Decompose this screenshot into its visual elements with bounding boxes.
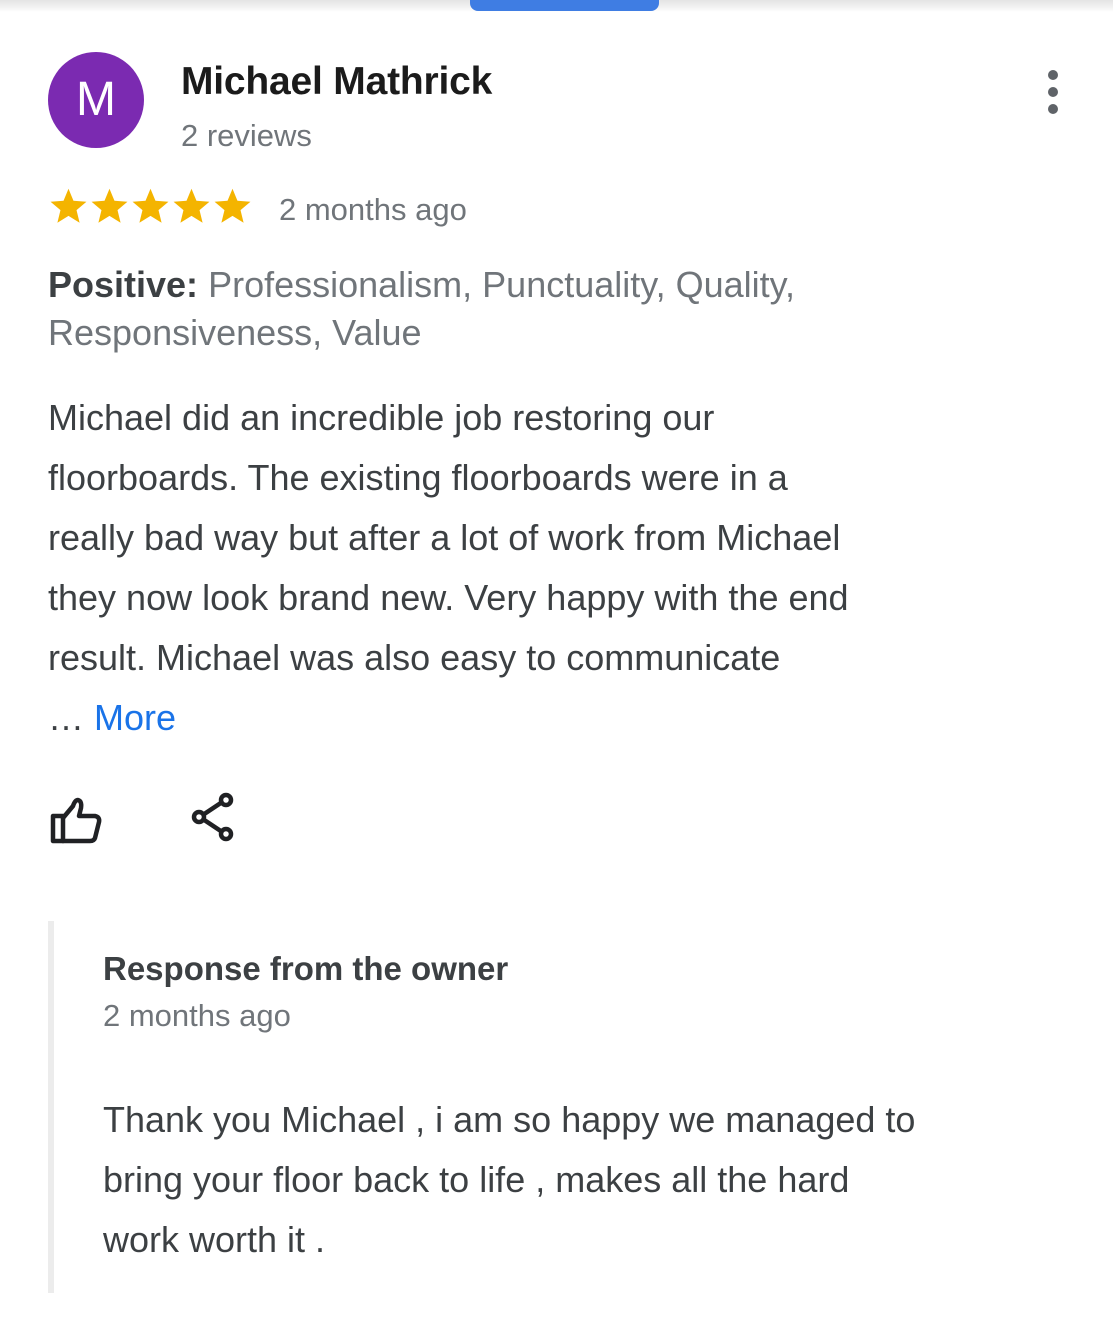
star-rating [48,186,253,230]
owner-response-line: bring your floor back to life , makes al… [103,1159,850,1200]
ellipsis: … [48,697,84,738]
menu-dot [1048,104,1058,114]
review-date: 2 months ago [279,192,467,227]
positive-label: Positive: [48,264,199,305]
avatar-initial: M [76,73,116,126]
review-page: M Michael Mathrick 2 reviews 2 months ag… [0,0,1113,1317]
menu-dot [1048,70,1058,80]
owner-response-date: 2 months ago [103,998,291,1033]
review-text: Michael did an incredible job restoring … [48,388,1058,688]
review-text-line: Michael did an incredible job restoring … [48,397,715,438]
review-more-row: … More [48,688,176,748]
response-divider [48,921,54,1293]
owner-response-line: work worth it . [103,1219,326,1260]
owner-response-text: Thank you Michael , i am so happy we man… [103,1090,1083,1270]
star-icon [132,188,169,223]
avatar[interactable]: M [48,52,144,148]
star-icon [173,188,210,223]
share-button[interactable] [188,791,240,843]
top-active-tab-indicator[interactable] [470,0,659,11]
review-text-line: floorboards. The existing floorboards we… [48,457,788,498]
star-icon [50,188,87,223]
star-icon [91,188,128,223]
share-icon [191,792,234,842]
review-text-line: they now look brand new. Very happy with… [48,577,849,618]
like-button[interactable] [47,795,105,847]
more-vert-icon[interactable] [1036,68,1070,116]
menu-dot [1048,87,1058,97]
positive-attributes: Positive: Professionalism, Punctuality, … [48,261,1058,357]
owner-response-line: Thank you Michael , i am so happy we man… [103,1099,916,1140]
more-link[interactable]: More [94,697,176,738]
star-icon [214,188,251,223]
owner-response-title: Response from the owner [103,950,509,987]
review-count[interactable]: 2 reviews [181,118,312,154]
author-name[interactable]: Michael Mathrick [181,60,492,104]
thumbs-up-icon [50,797,102,844]
review-text-line: really bad way but after a lot of work f… [48,517,841,558]
review-text-line: result. Michael was also easy to communi… [48,637,781,678]
